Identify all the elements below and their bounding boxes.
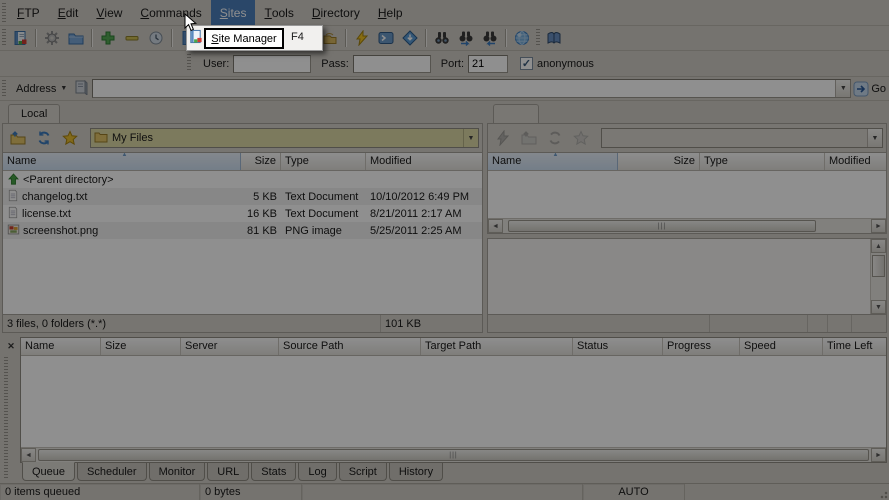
menu-item-site-manager[interactable]: Site Manager: [204, 28, 284, 49]
ftp-client-window: F TP Edit View Commands Sites Tools Direc…: [0, 0, 889, 500]
mouse-cursor: [184, 13, 197, 32]
sites-menu-popup: Site Manager F4: [186, 25, 323, 51]
site-manager-shortcut: F4: [291, 31, 304, 43]
dim-overlay: [0, 0, 889, 500]
